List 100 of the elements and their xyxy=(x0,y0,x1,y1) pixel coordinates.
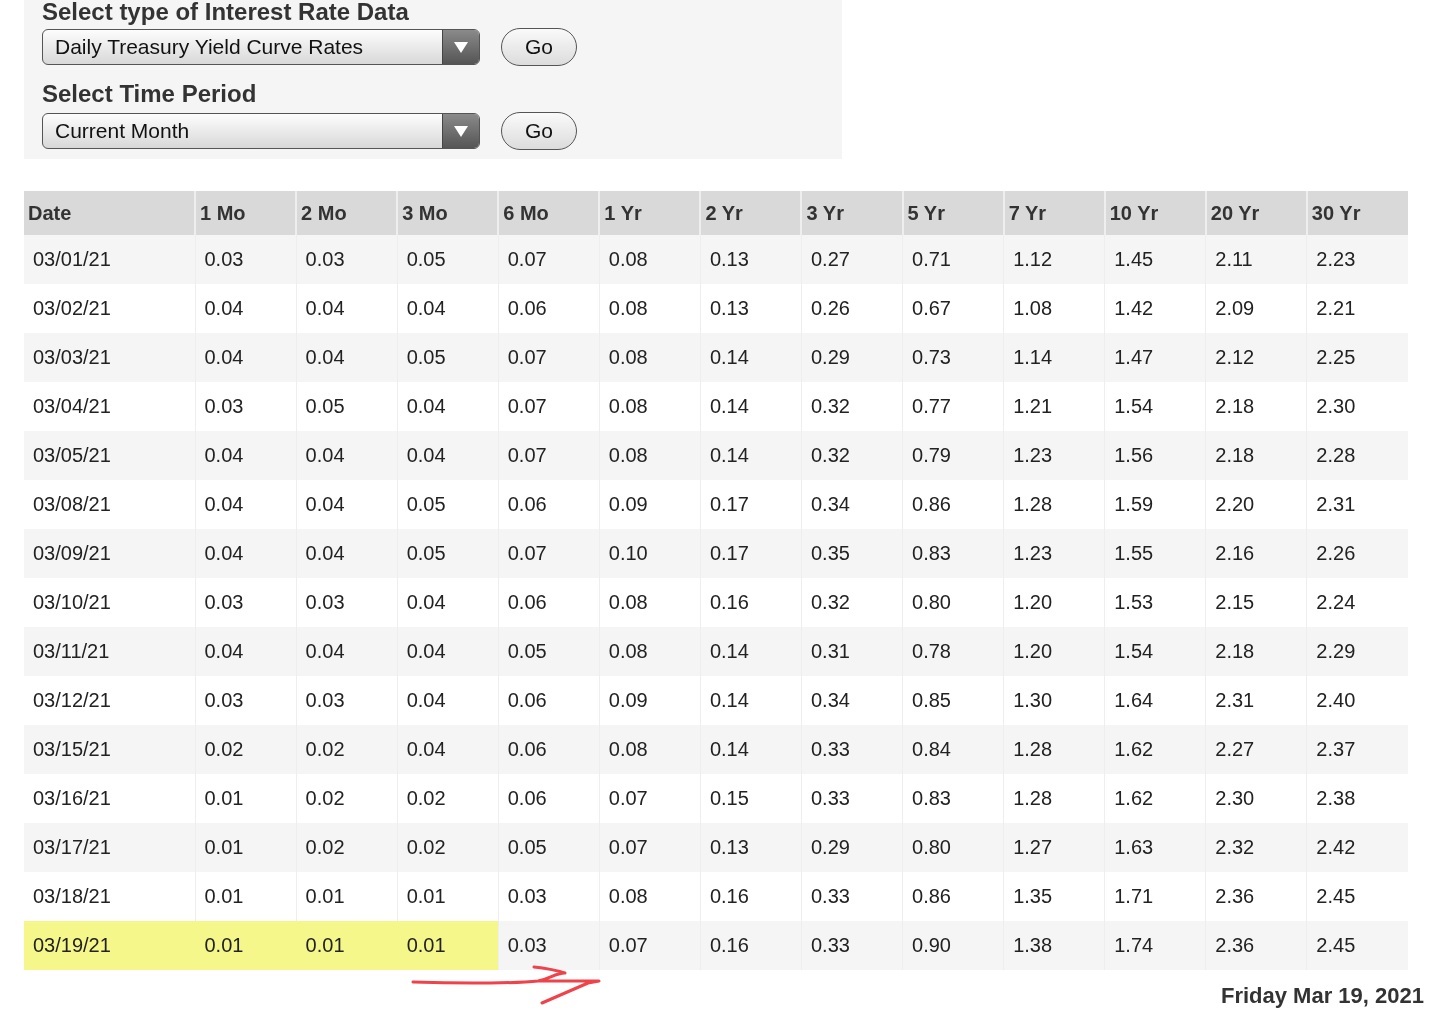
table-cell: 1.20 xyxy=(1003,627,1105,676)
table-cell: 0.13 xyxy=(700,235,802,284)
column-header: 1 Mo xyxy=(195,191,297,235)
table-cell: 2.26 xyxy=(1306,529,1408,578)
table-cell: 0.90 xyxy=(902,921,1004,970)
table-cell: 0.08 xyxy=(599,725,701,774)
table-cell: 0.02 xyxy=(195,725,297,774)
date-text: Friday Mar 19, 2021 xyxy=(1220,983,1425,1009)
table-cell: 2.42 xyxy=(1306,823,1408,872)
table-cell: 0.04 xyxy=(397,725,499,774)
table-cell: 2.25 xyxy=(1306,333,1408,382)
table-cell: 0.33 xyxy=(801,921,903,970)
table-cell: 0.07 xyxy=(498,333,600,382)
dropdown[interactable]: Daily Treasury Yield Curve Rates xyxy=(42,29,480,65)
table-cell: 0.73 xyxy=(902,333,1004,382)
table-cell: 0.08 xyxy=(599,235,701,284)
table-cell: 0.04 xyxy=(397,627,499,676)
table-cell: 0.07 xyxy=(498,431,600,480)
table-cell: 0.29 xyxy=(801,823,903,872)
section-label: Select type of Interest Rate Data xyxy=(42,0,410,24)
table-cell: 1.12 xyxy=(1003,235,1105,284)
table-cell: 1.74 xyxy=(1104,921,1206,970)
table-cell: 0.05 xyxy=(498,823,600,872)
table-cell: 0.02 xyxy=(296,725,398,774)
table-cell: 0.04 xyxy=(195,431,297,480)
table-cell: 03/16/21 xyxy=(24,774,195,823)
table-cell: 0.08 xyxy=(599,333,701,382)
table-cell: 2.23 xyxy=(1306,235,1408,284)
column-header: 20 Yr xyxy=(1205,191,1307,235)
table-cell: 0.14 xyxy=(700,431,802,480)
table-cell: 0.02 xyxy=(397,823,499,872)
column-header: 1 Yr xyxy=(599,191,701,235)
table-cell: 2.27 xyxy=(1205,725,1307,774)
table-cell: 1.14 xyxy=(1003,333,1105,382)
column-header: 6 Mo xyxy=(498,191,600,235)
section-label: Select Time Period xyxy=(42,82,258,106)
table-cell: 0.32 xyxy=(801,431,903,480)
table-cell: 03/09/21 xyxy=(24,529,195,578)
table-cell: 0.14 xyxy=(700,725,802,774)
table-cell: 0.05 xyxy=(397,333,499,382)
table-cell: 1.62 xyxy=(1104,725,1206,774)
table-cell: 03/10/21 xyxy=(24,578,195,627)
table-cell: 0.71 xyxy=(902,235,1004,284)
table-cell: 0.84 xyxy=(902,725,1004,774)
table-cell: 0.03 xyxy=(296,235,398,284)
table-cell: 2.11 xyxy=(1205,235,1307,284)
table-cell: 0.01 xyxy=(397,921,499,970)
go-button[interactable]: Go xyxy=(501,112,577,150)
table-cell: 0.29 xyxy=(801,333,903,382)
table-cell: 2.45 xyxy=(1306,921,1408,970)
table-cell: 1.47 xyxy=(1104,333,1206,382)
table-cell: 0.01 xyxy=(296,921,398,970)
table-cell: 0.04 xyxy=(296,431,398,480)
table-cell: 03/01/21 xyxy=(24,235,195,284)
table-cell: 0.05 xyxy=(397,529,499,578)
table-cell: 2.36 xyxy=(1205,921,1307,970)
table-cell: 2.29 xyxy=(1306,627,1408,676)
table-cell: 0.14 xyxy=(700,333,802,382)
table-cell: 0.07 xyxy=(599,823,701,872)
table-cell: 0.78 xyxy=(902,627,1004,676)
table-cell: 0.33 xyxy=(801,725,903,774)
caret-icon xyxy=(454,41,468,53)
table-cell: 0.17 xyxy=(700,529,802,578)
column-header: 10 Yr xyxy=(1104,191,1206,235)
table-cell: 0.04 xyxy=(397,431,499,480)
dropdown[interactable]: Current Month xyxy=(42,113,480,149)
table-cell: 1.23 xyxy=(1003,529,1105,578)
table-cell: 03/08/21 xyxy=(24,480,195,529)
table-cell: 0.04 xyxy=(296,529,398,578)
table-cell: 2.28 xyxy=(1306,431,1408,480)
table-cell: 03/19/21 xyxy=(24,921,195,970)
table-cell: 0.04 xyxy=(195,529,297,578)
table-cell: 0.04 xyxy=(195,627,297,676)
table-cell: 2.12 xyxy=(1205,333,1307,382)
column-header: 30 Yr xyxy=(1306,191,1408,235)
table-cell: 0.04 xyxy=(296,627,398,676)
column-header: 2 Mo xyxy=(296,191,398,235)
table-cell: 2.18 xyxy=(1205,431,1307,480)
caret-icon xyxy=(454,125,468,137)
table-cell: 1.54 xyxy=(1104,627,1206,676)
table-cell: 0.04 xyxy=(296,333,398,382)
table-cell: 03/11/21 xyxy=(24,627,195,676)
table-cell: 0.07 xyxy=(498,235,600,284)
table-cell: 0.07 xyxy=(498,529,600,578)
table-cell: 1.38 xyxy=(1003,921,1105,970)
table-cell: 1.45 xyxy=(1104,235,1206,284)
table-cell: 2.37 xyxy=(1306,725,1408,774)
table-cell: 03/05/21 xyxy=(24,431,195,480)
go-button[interactable]: Go xyxy=(501,28,577,66)
table-cell: 1.23 xyxy=(1003,431,1105,480)
table-cell: 03/18/21 xyxy=(24,872,195,921)
table-cell: 0.01 xyxy=(195,823,297,872)
table-cell: 0.04 xyxy=(195,333,297,382)
table-cell: 0.08 xyxy=(599,431,701,480)
table-cell: 1.63 xyxy=(1104,823,1206,872)
column-header: 5 Yr xyxy=(902,191,1004,235)
column-header: 2 Yr xyxy=(700,191,802,235)
table-cell: 0.03 xyxy=(498,921,600,970)
table-cell: 0.06 xyxy=(498,725,600,774)
table-cell: 03/15/21 xyxy=(24,725,195,774)
